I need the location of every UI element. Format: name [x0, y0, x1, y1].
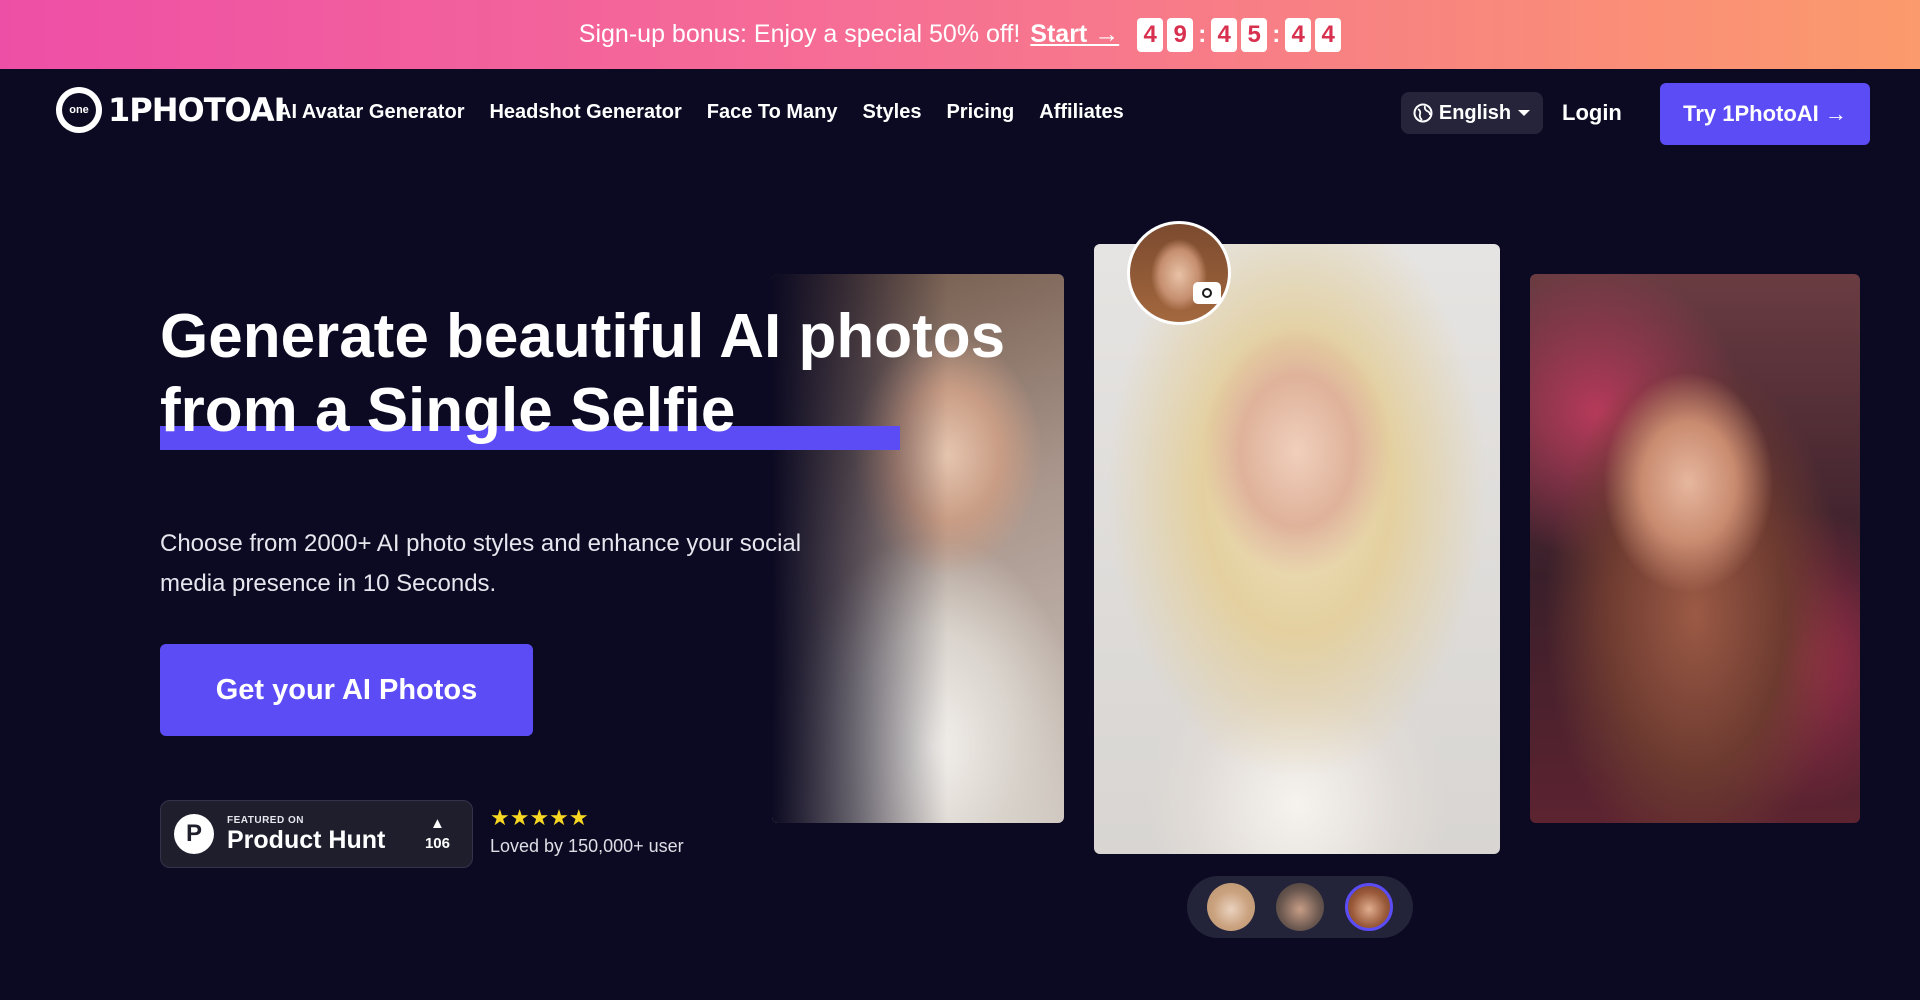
hero-headline-line2: from a Single Selfie [160, 376, 736, 445]
product-hunt-featured-label: FEATURED ON [227, 814, 304, 826]
countdown-digit: 4 [1315, 17, 1342, 52]
chevron-down-icon [1518, 110, 1531, 116]
thumbnail-avatar-selected[interactable] [1344, 883, 1393, 931]
logo-mark-icon: one [56, 87, 102, 133]
promo-text: Sign-up bonus: Enjoy a special 50% off! [578, 20, 1021, 48]
globe-icon [1413, 103, 1433, 123]
language-label: English [1438, 101, 1512, 124]
logo-text: 1PHOTOAI [108, 91, 286, 129]
language-selector[interactable]: English [1401, 92, 1543, 134]
nav-link-ai-avatar-generator[interactable]: AI Avatar Generator [277, 101, 464, 124]
countdown-digit: 5 [1241, 17, 1268, 52]
selfie-avatar [1127, 221, 1231, 325]
countdown-digit: 4 [1137, 17, 1164, 52]
product-hunt-votes: ▲ 106 [424, 815, 450, 853]
product-hunt-icon: P [174, 814, 214, 854]
nav-link-headshot-generator[interactable]: Headshot Generator [489, 101, 681, 124]
countdown-separator: : [1198, 20, 1207, 48]
countdown-digit: 9 [1167, 17, 1194, 52]
login-link[interactable]: Login [1562, 100, 1622, 126]
get-ai-photos-button[interactable]: Get your AI Photos [160, 644, 533, 736]
sample-photo-right [1530, 274, 1860, 823]
camera-icon [1193, 282, 1221, 304]
vote-count: 106 [424, 835, 450, 852]
countdown-digit: 4 [1211, 17, 1238, 52]
nav-link-styles[interactable]: Styles [863, 101, 922, 124]
hero-headline-line1: Generate beautiful AI photos [160, 302, 1006, 371]
style-thumbnail-selector [1187, 876, 1413, 938]
star-rating-icon: ★★★★★ [490, 805, 589, 830]
nav-links: AI Avatar Generator Headshot Generator F… [277, 101, 1124, 124]
nav-link-affiliates[interactable]: Affiliates [1039, 101, 1123, 124]
hero-subtext: Choose from 2000+ AI photo styles and en… [160, 530, 802, 597]
top-nav: one 1PHOTOAI AI Avatar Generator Headsho… [0, 69, 1920, 157]
product-hunt-text: FEATURED ON Product Hunt [227, 815, 385, 854]
thumbnail-avatar[interactable] [1275, 883, 1324, 931]
thumbnail-avatar[interactable] [1207, 883, 1256, 931]
promo-banner: Sign-up bonus: Enjoy a special 50% off! … [0, 0, 1920, 69]
upvote-icon: ▲ [430, 815, 445, 832]
hero-headline: Generate beautiful AI photos from a Sing… [160, 300, 1005, 448]
countdown-timer: 4 9 : 4 5 : 4 4 [1137, 17, 1342, 52]
product-hunt-name: Product Hunt [227, 825, 386, 854]
nav-link-pricing[interactable]: Pricing [946, 101, 1014, 124]
countdown-digit: 4 [1285, 17, 1312, 52]
try-1photoai-button[interactable]: Try 1PhotoAI → [1660, 83, 1870, 145]
sample-photo-center [1094, 244, 1500, 854]
loved-by-text: Loved by 150,000+ user [490, 836, 684, 856]
logo-mark-text: one [62, 93, 96, 127]
promo-start-link[interactable]: Start → [1030, 20, 1119, 49]
product-hunt-badge[interactable]: P FEATURED ON Product Hunt ▲ 106 [160, 800, 473, 868]
countdown-separator: : [1272, 20, 1281, 48]
nav-link-face-to-many[interactable]: Face To Many [707, 101, 838, 124]
site-logo[interactable]: one 1PHOTOAI [56, 87, 286, 133]
user-rating: ★★★★★ Loved by 150,000+ user [490, 806, 684, 857]
